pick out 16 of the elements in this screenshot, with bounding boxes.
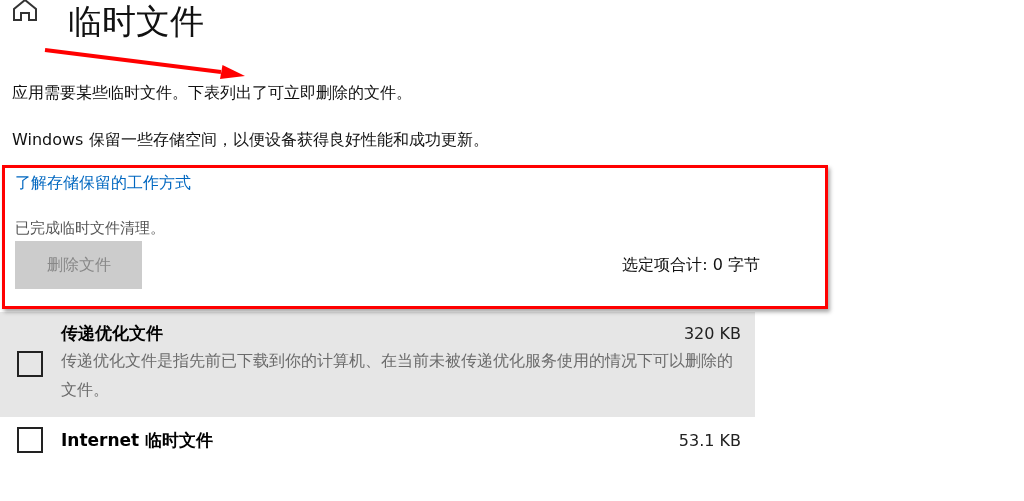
selected-total: 选定项合计: 0 字节 <box>622 254 760 276</box>
description-text: 应用需要某些临时文件。下表列出了可立即删除的文件。 <box>12 82 412 104</box>
description-text: Windows 保留一些存储空间，以便设备获得良好性能和成功更新。 <box>12 129 489 151</box>
checkbox[interactable] <box>17 350 43 377</box>
home-icon <box>12 0 38 22</box>
file-name: 传递优化文件 <box>61 322 163 345</box>
file-name: Internet 临时文件 <box>61 428 214 452</box>
file-size: 320 KB <box>683 324 741 343</box>
file-description: 传递优化文件是指先前已下载到你的计算机、在当前未被传递优化服务使用的情况下可以删除的文件。 <box>61 351 734 401</box>
file-row[interactable]: Internet 临时文件 53.1 KB <box>0 417 755 465</box>
page-title: 临时文件 <box>68 1 204 41</box>
status-text: 已完成临时文件清理。 <box>15 219 165 238</box>
checkbox[interactable] <box>17 427 43 453</box>
file-row[interactable]: 传递优化文件 320 KB 传递优化文件是指先前已下载到你的计算机、在当前未被传递优化服务使用的情况下可以删除的文件。 <box>0 312 755 417</box>
file-size: 53.1 KB <box>678 430 741 450</box>
learn-more-link[interactable]: 了解存储保留的工作方式 <box>15 172 191 194</box>
